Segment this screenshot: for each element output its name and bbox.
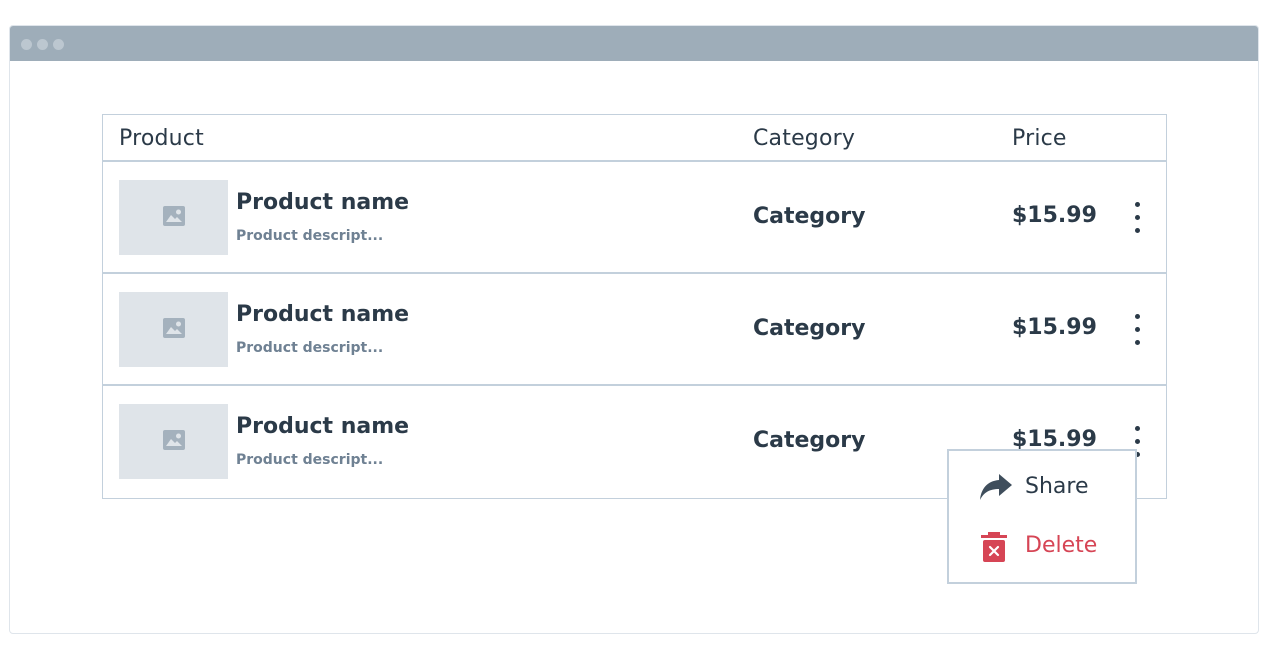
menu-item-label: Share <box>1025 474 1089 499</box>
table-row[interactable]: Product name Product descript... Categor… <box>103 162 1166 274</box>
product-thumbnail <box>119 180 228 255</box>
product-name: Product name <box>236 190 410 215</box>
window-control-dot[interactable] <box>53 39 64 50</box>
product-price: $15.99 <box>1012 203 1097 228</box>
product-thumbnail <box>119 292 228 367</box>
image-icon <box>163 206 185 226</box>
image-icon <box>163 318 185 338</box>
image-icon <box>163 430 185 450</box>
trash-icon <box>981 532 1007 562</box>
browser-window: Product Category Price Product name Prod… <box>9 25 1259 634</box>
product-name: Product name <box>236 414 410 439</box>
product-category: Category <box>753 204 866 229</box>
product-description: Product descript... <box>236 228 384 244</box>
table-row[interactable]: Product name Product descript... Categor… <box>103 274 1166 386</box>
product-price: $15.99 <box>1012 315 1097 340</box>
menu-item-label: Delete <box>1025 533 1098 558</box>
product-description: Product descript... <box>236 452 384 468</box>
more-vertical-icon[interactable] <box>1127 200 1147 236</box>
product-category: Category <box>753 428 866 453</box>
window-control-dot[interactable] <box>21 39 32 50</box>
product-name: Product name <box>236 302 410 327</box>
menu-item-delete[interactable]: Delete <box>979 530 1129 566</box>
product-table: Product Category Price Product name Prod… <box>102 114 1167 499</box>
share-icon <box>980 474 1012 500</box>
menu-item-share[interactable]: Share <box>979 471 1129 507</box>
more-vertical-icon[interactable] <box>1127 312 1147 348</box>
table-header: Product Category Price <box>103 115 1166 162</box>
column-header-category[interactable]: Category <box>753 126 855 151</box>
product-category: Category <box>753 316 866 341</box>
product-description: Product descript... <box>236 340 384 356</box>
column-header-product[interactable]: Product <box>119 126 204 151</box>
window-titlebar <box>10 26 1258 61</box>
column-header-price[interactable]: Price <box>1012 126 1067 151</box>
window-control-dot[interactable] <box>37 39 48 50</box>
context-menu: Share Delete <box>947 449 1137 584</box>
product-thumbnail <box>119 404 228 479</box>
